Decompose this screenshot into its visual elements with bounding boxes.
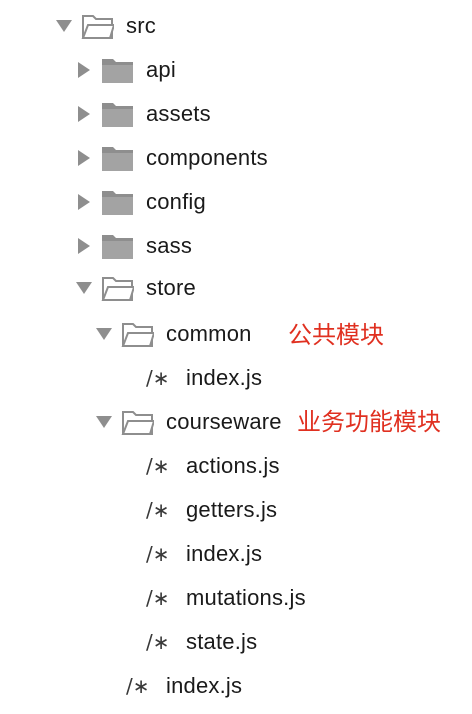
folder-open-icon [121, 411, 154, 435]
disclosure-open-icon[interactable] [96, 416, 112, 428]
js-file-icon: /∗ [146, 542, 170, 566]
folder-icon [102, 59, 133, 83]
js-file-icon: /∗ [146, 630, 170, 654]
disclosure-open-icon[interactable] [76, 282, 92, 294]
tree-item-courseware-index[interactable]: /∗ index.js [0, 534, 472, 574]
tree-item-label: assets [146, 101, 211, 126]
tree-item-store[interactable]: store [0, 268, 472, 308]
tree-item-getters[interactable]: /∗ getters.js [0, 490, 472, 530]
tree-item-label: components [146, 145, 268, 170]
folder-icon [102, 103, 133, 127]
file-tree: src api assets components config sass st… [0, 0, 472, 714]
tree-item-common[interactable]: common 公共模块 [0, 314, 472, 354]
annotation-courseware: 业务功能模块 [297, 408, 441, 436]
tree-item-label: api [146, 57, 176, 82]
tree-item-label: courseware [166, 409, 282, 434]
folder-icon [102, 147, 133, 171]
tree-item-assets[interactable]: assets [0, 94, 472, 134]
disclosure-closed-icon[interactable] [78, 150, 90, 166]
tree-item-courseware[interactable]: courseware 业务功能模块 [0, 402, 472, 442]
tree-item-components[interactable]: components [0, 138, 472, 178]
folder-icon [102, 191, 133, 215]
tree-item-api[interactable]: api [0, 50, 472, 90]
tree-item-label: index.js [166, 673, 243, 698]
js-file-icon: /∗ [146, 586, 170, 610]
js-file-icon: /∗ [126, 674, 150, 698]
disclosure-closed-icon[interactable] [78, 194, 90, 210]
js-file-icon: /∗ [146, 366, 170, 390]
disclosure-closed-icon[interactable] [78, 238, 90, 254]
tree-item-state[interactable]: /∗ state.js [0, 622, 472, 662]
tree-item-label: index.js [186, 365, 263, 390]
tree-item-label: mutations.js [186, 585, 306, 610]
disclosure-open-icon[interactable] [96, 328, 112, 340]
folder-open-icon [121, 323, 154, 347]
disclosure-closed-icon[interactable] [78, 62, 90, 78]
folder-open-icon [101, 277, 134, 301]
folder-open-icon [81, 15, 114, 39]
js-file-icon: /∗ [146, 454, 170, 478]
tree-item-mutations[interactable]: /∗ mutations.js [0, 578, 472, 618]
tree-item-label: getters.js [186, 497, 278, 522]
tree-item-config[interactable]: config [0, 182, 472, 222]
folder-icon [102, 235, 133, 259]
tree-item-label: index.js [186, 541, 263, 566]
tree-item-store-index[interactable]: /∗ index.js [0, 666, 472, 706]
tree-item-sass[interactable]: sass [0, 226, 472, 266]
tree-item-common-index[interactable]: /∗ index.js [0, 358, 472, 398]
disclosure-open-icon[interactable] [56, 20, 72, 32]
tree-item-actions[interactable]: /∗ actions.js [0, 446, 472, 486]
js-file-icon: /∗ [146, 498, 170, 522]
tree-item-src[interactable]: src [0, 6, 472, 46]
tree-item-label: config [146, 189, 206, 214]
annotation-common: 公共模块 [288, 321, 384, 349]
disclosure-closed-icon[interactable] [78, 106, 90, 122]
tree-item-label: src [126, 13, 156, 38]
tree-item-label: common [166, 321, 252, 346]
tree-item-label: state.js [186, 629, 258, 654]
tree-item-label: actions.js [186, 453, 280, 478]
tree-item-label: sass [146, 233, 193, 258]
tree-item-label: store [146, 275, 196, 300]
